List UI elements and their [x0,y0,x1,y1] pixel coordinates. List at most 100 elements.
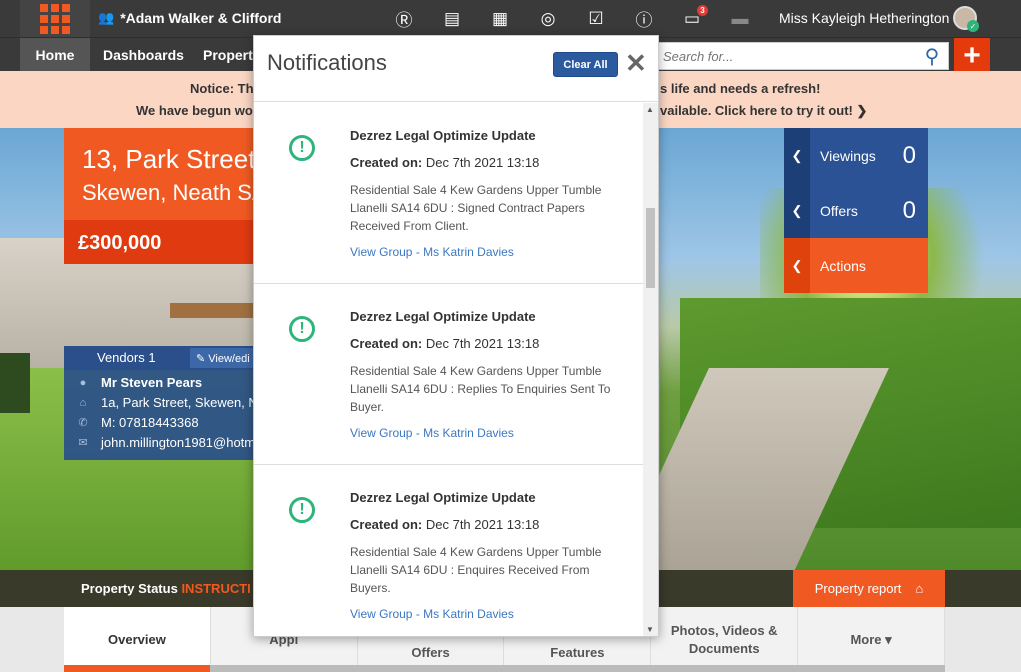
actions-row[interactable]: ❮ Actions [784,238,928,293]
avatar[interactable]: ✓ [953,6,979,32]
notification-created: Created on: Dec 7th 2021 13:18 [350,517,539,532]
vendor-address: 1a, Park Street, Skewen, Ne [101,395,266,410]
vendor-edit-button[interactable]: ✎ View/edi [190,348,254,368]
vendor-card: ● Mr Steven Pears ⌂ 1a, Park Street, Ske… [64,370,265,460]
search-box: ⚲ [657,42,949,70]
notification-title: Dezrez Legal Optimize Update [350,490,536,505]
alert-icon: ! [289,135,315,161]
property-status: Property Status INSTRUCTI [81,581,251,596]
scrollbar-thumb[interactable] [646,208,655,288]
printer-icon[interactable]: ▬ [716,0,764,37]
home-icon: ⌂ [79,396,87,409]
vendor-phone[interactable]: M: 07818443368 [101,415,199,430]
address-line2: Skewen, Neath SA [82,180,267,205]
created-label: Created on: [350,517,423,532]
created-value: Dec 7th 2021 13:18 [425,517,540,532]
notification-link[interactable]: View Group - Ms Katrin Davies [350,245,514,259]
tab-photos[interactable]: Photos, Videos & Documents [651,607,799,672]
notice-line1-right: s life and needs a refresh! [660,81,821,96]
chevron-left-icon: ❮ [784,183,810,238]
notification-body: Residential Sale 4 Kew Gardens Upper Tum… [350,183,602,233]
report-label: Property report [814,581,902,596]
calendar-icon[interactable]: ▦ [476,0,524,37]
users-icon: 👥 [98,10,115,25]
company-name: *Adam Walker & Clifford [120,10,282,26]
close-icon[interactable]: ✕ [625,50,647,76]
property-report-button[interactable]: Property report ⌂ [793,570,945,607]
vendor-address-row: ⌂ 1a, Park Street, Skewen, Ne [74,395,265,410]
notification-link[interactable]: View Group - Ms Katrin Davies [350,426,514,440]
target-icon[interactable]: ◎ [524,0,572,37]
add-button[interactable]: + [954,38,990,74]
vendor-phone-row: ✆ M: 07818443368 [74,415,199,430]
notification-created: Created on: Dec 7th 2021 13:18 [350,155,539,170]
notification-title: Dezrez Legal Optimize Update [350,128,536,143]
email-icon: ✉ [78,437,88,449]
actions-label: Actions [820,257,866,274]
vendor-email-row: ✉ john.millington1981@hotm [74,435,255,450]
phone-icon: ✆ [78,417,88,429]
side-panel: ❮ Viewings 0 ❮ Offers 0 ❮ Actions [784,128,928,293]
app-grid-button[interactable] [20,0,90,37]
chat-icon[interactable]: ▭ 3 [668,0,716,37]
notification-link[interactable]: View Group - Ms Katrin Davies [350,607,514,621]
chat-badge: 3 [697,5,708,16]
vendors-title: Vendors 1 [97,350,156,365]
vendor-name[interactable]: Mr Steven Pears [101,375,202,390]
nav-properties[interactable]: Properti [203,38,257,72]
top-bar: 👥 *Adam Walker & Clifford Ⓡ ▤ ▦ ◎ ☑ ⓘ ▭ … [0,0,1021,37]
search-input[interactable] [658,43,916,69]
offers-label: Offers [820,202,858,219]
status-label: Property Status [81,581,178,596]
notification-item: ! Dezrez Legal Optimize Update Created o… [254,284,643,465]
viewings-label: Viewings [820,147,876,164]
chevron-left-icon: ❮ [784,238,810,293]
created-label: Created on: [350,336,423,351]
nav-home[interactable]: Home [20,38,90,80]
search-icon[interactable]: ⚲ [916,44,948,69]
top-icon-bar: Ⓡ ▤ ▦ ◎ ☑ ⓘ ▭ 3 ▬ [380,0,764,37]
created-label: Created on: [350,155,423,170]
home-icon: ⌂ [915,581,924,596]
offers-row[interactable]: ❮ Offers 0 [784,183,928,238]
alert-icon[interactable]: ⓘ [620,0,668,37]
grid-icon [40,3,70,34]
tab-more[interactable]: More ▾ [798,607,945,672]
tab-divider [210,665,945,672]
clear-all-button[interactable]: Clear All [553,52,618,77]
notice-line1-left: Notice: Th [190,81,254,96]
notice-line2-right[interactable]: vailable. Click here to try it out! ❯ [660,103,867,119]
scroll-down-icon[interactable]: ▼ [646,625,654,634]
chart-icon[interactable]: ▤ [428,0,476,37]
chevron-left-icon: ❮ [784,128,810,183]
company-switcher[interactable]: 👥 *Adam Walker & Clifford [98,10,281,26]
vendor-email[interactable]: john.millington1981@hotm [101,435,255,450]
notifications-header: Notifications Clear All ✕ [254,36,658,102]
notice-line2-left: We have begun wo [136,103,253,118]
person-icon: ● [79,376,87,389]
vendors-header: Vendors 1 ✎ View/edi [64,346,254,370]
notifications-title: Notifications [267,50,387,75]
r-icon[interactable]: Ⓡ [380,0,428,37]
notifications-scrollbar[interactable]: ▲ ▼ [643,103,658,636]
scroll-up-icon[interactable]: ▲ [646,105,654,114]
notification-item: ! Dezrez Legal Optimize Update Created o… [254,103,643,284]
created-value: Dec 7th 2021 13:18 [425,155,540,170]
nav-dashboards[interactable]: Dashboards [103,38,184,72]
created-value: Dec 7th 2021 13:18 [425,336,540,351]
tab-overview[interactable]: Overview [64,607,211,672]
notifications-list: ! Dezrez Legal Optimize Update Created o… [254,103,643,636]
address-line1: 13, Park Street [82,144,256,174]
alert-icon: ! [289,497,315,523]
notification-title: Dezrez Legal Optimize Update [350,309,536,324]
viewings-row[interactable]: ❮ Viewings 0 [784,128,928,183]
notifications-panel: Notifications Clear All ✕ ! Dezrez Legal… [253,35,659,637]
offers-count: 0 [902,196,916,224]
checkbox-icon[interactable]: ☑ [572,0,620,37]
vendor-edit-label: View/edi [208,353,250,365]
address-box: 13, Park Street Skewen, Neath SA [64,128,267,220]
status-value: INSTRUCTI [181,581,251,596]
user-name[interactable]: Miss Kayleigh Hetherington [779,10,949,26]
notification-body: Residential Sale 4 Kew Gardens Upper Tum… [350,364,611,414]
alert-icon: ! [289,316,315,342]
